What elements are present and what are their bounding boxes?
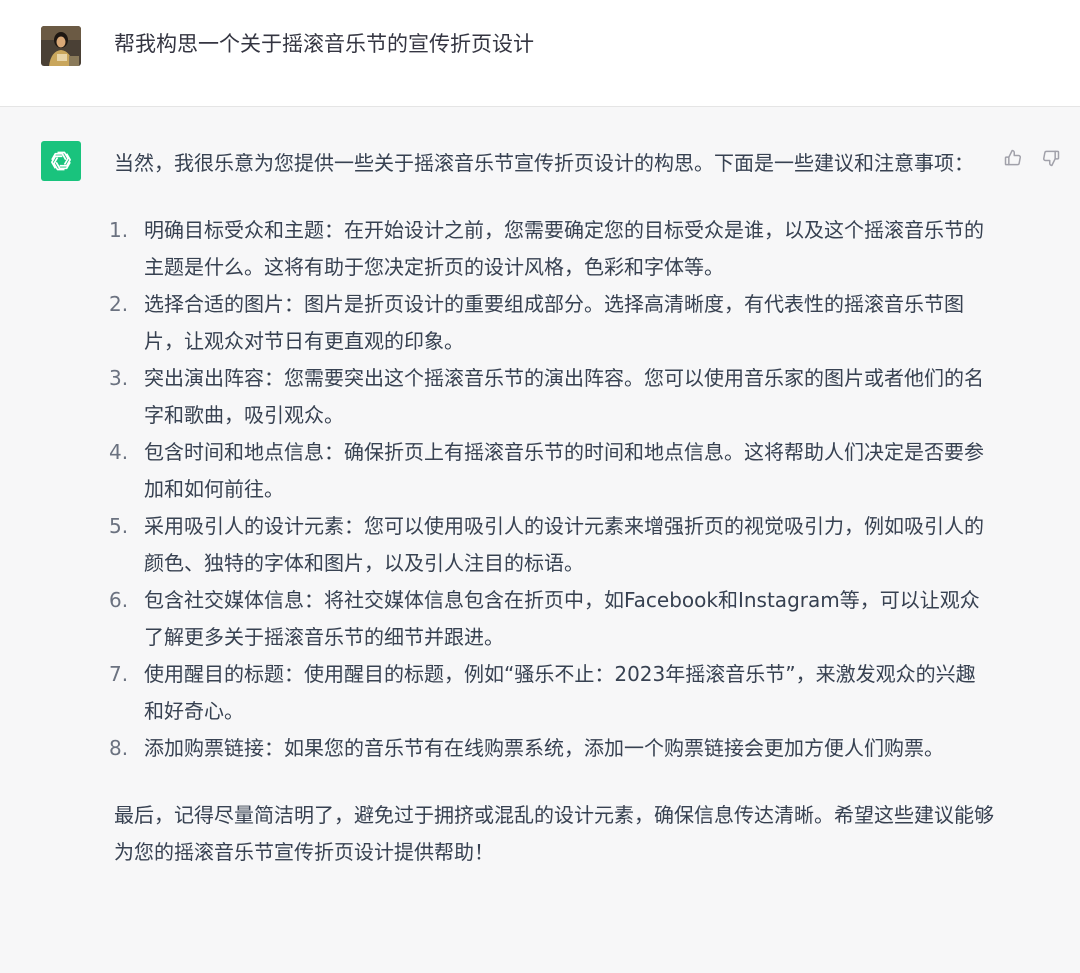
suggestion-list: 1. 明确目标受众和主题：在开始设计之前，您需要确定您的目标受众是谁，以及这个摇滚… — [109, 212, 994, 767]
list-item: 5. 采用吸引人的设计元素：您可以使用吸引人的设计元素来增强折页的视觉吸引力，例如… — [109, 508, 994, 582]
list-item: 1. 明确目标受众和主题：在开始设计之前，您需要确定您的目标受众是谁，以及这个摇滚… — [109, 212, 994, 286]
list-item: 2. 选择合适的图片：图片是折页设计的重要组成部分。选择高清晰度，有代表性的摇滚音… — [109, 286, 994, 360]
list-item: 6. 包含社交媒体信息：将社交媒体信息包含在折页中，如Facebook和Insta… — [109, 582, 994, 656]
list-item-text: 选择合适的图片：图片是折页设计的重要组成部分。选择高清晰度，有代表性的摇滚音乐节… — [144, 292, 964, 353]
thumbs-up-icon — [1004, 149, 1021, 166]
list-item-text: 明确目标受众和主题：在开始设计之前，您需要确定您的目标受众是谁，以及这个摇滚音乐… — [144, 218, 984, 279]
list-item-text: 添加购票链接：如果您的音乐节有在线购票系统，添加一个购票链接会更加方便人们购票。 — [144, 736, 944, 760]
thumbs-up-button[interactable] — [1000, 145, 1026, 171]
list-item: 4. 包含时间和地点信息：确保折页上有摇滚音乐节的时间和地点信息。这将帮助人们决定… — [109, 434, 994, 508]
openai-logo-icon — [41, 141, 81, 181]
user-avatar — [41, 26, 81, 66]
assistant-message-row: 当然，我很乐意为您提供一些关于摇滚音乐节宣传折页设计的构思。下面是一些建议和注意… — [0, 107, 1080, 973]
list-item-number: 3. — [109, 366, 129, 390]
list-item: 3. 突出演出阵容：您需要突出这个摇滚音乐节的演出阵容。您可以使用音乐家的图片或者… — [109, 360, 994, 434]
list-item-number: 1. — [109, 218, 129, 242]
list-item-text: 使用醒目的标题：使用醒目的标题，例如“骚乐不止：2023年摇滚音乐节”，来激发观… — [144, 662, 976, 723]
assistant-intro: 当然，我很乐意为您提供一些关于摇滚音乐节宣传折页设计的构思。下面是一些建议和注意… — [114, 151, 974, 175]
list-item-text: 包含社交媒体信息：将社交媒体信息包含在折页中，如Facebook和Instagr… — [144, 588, 980, 649]
list-item-text: 采用吸引人的设计元素：您可以使用吸引人的设计元素来增强折页的视觉吸引力，例如吸引… — [144, 514, 984, 575]
list-item-number: 2. — [109, 292, 129, 316]
list-item: 7. 使用醒目的标题：使用醒目的标题，例如“骚乐不止：2023年摇滚音乐节”，来激… — [109, 656, 994, 730]
assistant-conclusion: 最后，记得尽量简洁明了，避免过于拥挤或混乱的设计元素，确保信息传达清晰。希望这些… — [114, 803, 994, 864]
user-message-text: 帮我构思一个关于摇滚音乐节的宣传折页设计 — [114, 32, 534, 56]
list-item: 8. 添加购票链接：如果您的音乐节有在线购票系统，添加一个购票链接会更加方便人们购… — [109, 730, 994, 767]
list-item-number: 4. — [109, 440, 129, 464]
list-item-text: 突出演出阵容：您需要突出这个摇滚音乐节的演出阵容。您可以使用音乐家的图片或者他们… — [144, 366, 984, 427]
assistant-message-content: 当然，我很乐意为您提供一些关于摇滚音乐节宣传折页设计的构思。下面是一些建议和注意… — [109, 145, 994, 871]
list-item-text: 包含时间和地点信息：确保折页上有摇滚音乐节的时间和地点信息。这将帮助人们决定是否… — [144, 440, 984, 501]
thumbs-down-icon — [1043, 150, 1060, 167]
list-item-number: 7. — [109, 662, 129, 686]
list-item-number: 5. — [109, 514, 129, 538]
list-item-number: 8. — [109, 736, 129, 760]
list-item-number: 6. — [109, 588, 129, 612]
user-message-row: 帮我构思一个关于摇滚音乐节的宣传折页设计 — [0, 0, 1080, 107]
thumbs-down-button[interactable] — [1038, 145, 1064, 171]
